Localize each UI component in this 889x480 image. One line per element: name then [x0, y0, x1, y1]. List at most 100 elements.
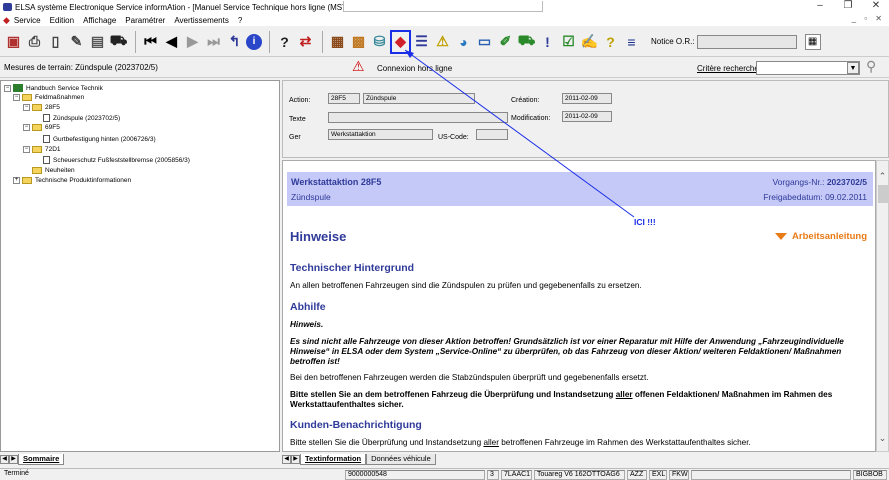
texte-field[interactable] [328, 112, 508, 123]
scroll-thumb[interactable] [878, 185, 888, 203]
equal-icon[interactable]: ≡ [622, 31, 641, 53]
tab-scroll-left-icon[interactable]: ◀ [282, 455, 291, 464]
prev-page-icon[interactable]: ◀ [162, 31, 181, 53]
status-field-4: AZZ [627, 470, 647, 480]
notes-icon[interactable]: ▤ [88, 31, 107, 53]
text-run: betroffenen Fahrzeuge im Rahmen des Werk… [498, 438, 751, 447]
help-document-icon[interactable]: ? [601, 31, 620, 53]
alert-car-icon[interactable]: ! [538, 31, 557, 53]
mdi-controls[interactable]: _ ▫ ✕ [852, 14, 885, 23]
collapse-icon[interactable]: − [4, 84, 11, 92]
menu-avertissements[interactable]: Avertissements [174, 16, 229, 25]
field-actions-book-icon[interactable]: ◆ [391, 30, 410, 53]
tree-node-zuendspule[interactable]: Zündspule (2023702/5) [43, 114, 120, 122]
search-criteria-input[interactable] [756, 61, 860, 75]
folder-open-icon [32, 104, 42, 111]
chevron-down-icon[interactable]: ▼ [847, 62, 859, 74]
tree-node-label: Scheuerschutz Fußfeststellbremse (200585… [53, 156, 190, 164]
notice-input[interactable] [696, 34, 797, 49]
menu-affichage[interactable]: Affichage [83, 16, 116, 25]
arbeitsanleitung-link[interactable]: Arbeitsanleitung [775, 231, 867, 242]
tab-textinformation[interactable]: Textinformation [300, 454, 367, 465]
car-icon[interactable]: ⛟ [109, 31, 128, 53]
list-icon[interactable]: ☰ [412, 31, 431, 53]
tree-node-feldmassnahmen[interactable]: − Feldmaßnahmen [13, 94, 84, 101]
database-icon[interactable]: ⛁ [370, 31, 389, 53]
inbox-icon[interactable]: ▭ [475, 31, 494, 53]
info-icon[interactable]: i [246, 33, 262, 50]
tree-node-label: Neuheiten [45, 167, 75, 174]
ger-label: Ger [289, 134, 301, 141]
uscode-field[interactable] [476, 129, 508, 140]
status-user: BIGBOB [853, 470, 887, 480]
action-name-field[interactable]: Zündspule [363, 93, 475, 104]
calculator-icon[interactable]: ▦ [328, 31, 347, 53]
vertical-scrollbar[interactable]: ⌃ ⌄ [876, 160, 889, 452]
collapse-icon[interactable]: − [23, 104, 30, 111]
scroll-down-icon[interactable]: ⌄ [877, 433, 888, 444]
collapse-icon[interactable]: − [13, 94, 20, 101]
new-document-icon[interactable]: ▯ [46, 31, 65, 53]
help-icon[interactable]: ? [275, 31, 294, 53]
expand-icon[interactable]: + [13, 177, 20, 184]
pen-notes-icon[interactable]: ✍ [580, 31, 599, 53]
toolbar: ▣ ⎙ ▯ ✎ ▤ ⛟ ⏮ ◀ ▶ ⏭ ↰ i ? ⇄ ▦ ▩ ⛁ ◆ ☰ ⚠ … [0, 27, 889, 57]
status-field-6: FKW [669, 470, 689, 480]
tab-scroll-right-icon[interactable]: ▶ [9, 455, 18, 464]
warning-icon[interactable]: ⚠ [433, 31, 452, 53]
toolbar-separator [135, 30, 136, 53]
tree-node-neuheiten[interactable]: Neuheiten [23, 167, 75, 174]
first-page-icon[interactable]: ⏮ [141, 31, 160, 53]
edit-document-icon[interactable]: ✎ [67, 31, 86, 53]
service-icon: ◆ [3, 14, 10, 25]
status-text: Terminé [4, 470, 29, 477]
menu-help[interactable]: ? [238, 16, 242, 25]
restore-icon[interactable]: ❐ [838, 0, 858, 11]
action-label: Action: [289, 97, 311, 104]
swap-icon[interactable]: ⇄ [296, 31, 315, 53]
status-id: 9000000548 [345, 470, 485, 480]
tab-scroll-right-icon[interactable]: ▶ [291, 455, 300, 464]
tab-scroll-left-icon[interactable]: ◀ [0, 455, 9, 464]
book-icon [13, 84, 23, 92]
tree-node-scheuerschutz[interactable]: Scheuerschutz Fußfeststellbremse (200585… [43, 156, 190, 164]
minimize-icon[interactable]: – [810, 0, 830, 11]
tree-node-28f5[interactable]: − 28F5 [23, 104, 60, 111]
save-icon[interactable]: ▣ [4, 31, 23, 53]
creation-label: Création: [511, 97, 540, 104]
print-icon[interactable]: ⎙ [25, 31, 44, 53]
menu-service[interactable]: Service [14, 16, 41, 25]
paragraph-bitte-stellen: Bitte stellen Sie an dem betroffenen Fah… [290, 390, 870, 410]
document-subtitle: Zündspule [291, 192, 331, 202]
tree-node-produktinformationen[interactable]: + Technische Produktinformationen [13, 177, 131, 184]
pencil-icon[interactable]: ✐ [496, 31, 515, 53]
tree-node-69f5[interactable]: − 69F5 [23, 124, 60, 131]
tab-donnees-vehicule[interactable]: Données véhicule [366, 454, 436, 465]
close-icon[interactable]: ✕ [866, 0, 886, 11]
tree-node-root[interactable]: − Handbuch Service Technik [4, 84, 103, 92]
search-row: Mesures de terrain: Zündspule (2023702/5… [0, 58, 889, 78]
scroll-up-icon[interactable]: ⌃ [877, 171, 888, 182]
car-green-icon[interactable]: ⛟ [517, 31, 536, 53]
collapse-icon[interactable]: − [23, 124, 30, 131]
tree-node-72d1[interactable]: − 72D1 [23, 146, 61, 153]
checklist-icon[interactable]: ☑ [559, 31, 578, 53]
up-level-icon[interactable]: ↰ [225, 31, 244, 53]
notice-label: Notice O.R.: [651, 37, 695, 46]
modules-icon[interactable]: ▩ [349, 31, 368, 53]
menu-parametrer[interactable]: Paramétrer [125, 16, 165, 25]
collapse-icon[interactable]: − [23, 146, 30, 153]
search-run-icon[interactable]: ⚲ [866, 58, 876, 75]
last-page-icon[interactable]: ⏭ [204, 31, 223, 53]
calendar-icon[interactable]: ▦ [804, 33, 821, 50]
document-title: Werkstattaktion 28F5 [291, 177, 382, 187]
menu-edition[interactable]: Edition [50, 16, 74, 25]
globe-icon[interactable]: ◕ [454, 31, 473, 53]
action-code-field[interactable]: 28F5 [328, 93, 360, 104]
tab-sommaire[interactable]: Sommaire [18, 454, 65, 465]
tree-node-gurtbefestigung[interactable]: Gurtbefestigung hinten (2006726/3) [43, 135, 156, 143]
next-page-icon[interactable]: ▶ [183, 31, 202, 53]
creation-field[interactable]: 2011-02-09 [562, 93, 612, 104]
modification-field[interactable]: 2011-02-09 [562, 111, 612, 122]
ger-field[interactable]: Werkstattaktion [328, 129, 433, 140]
